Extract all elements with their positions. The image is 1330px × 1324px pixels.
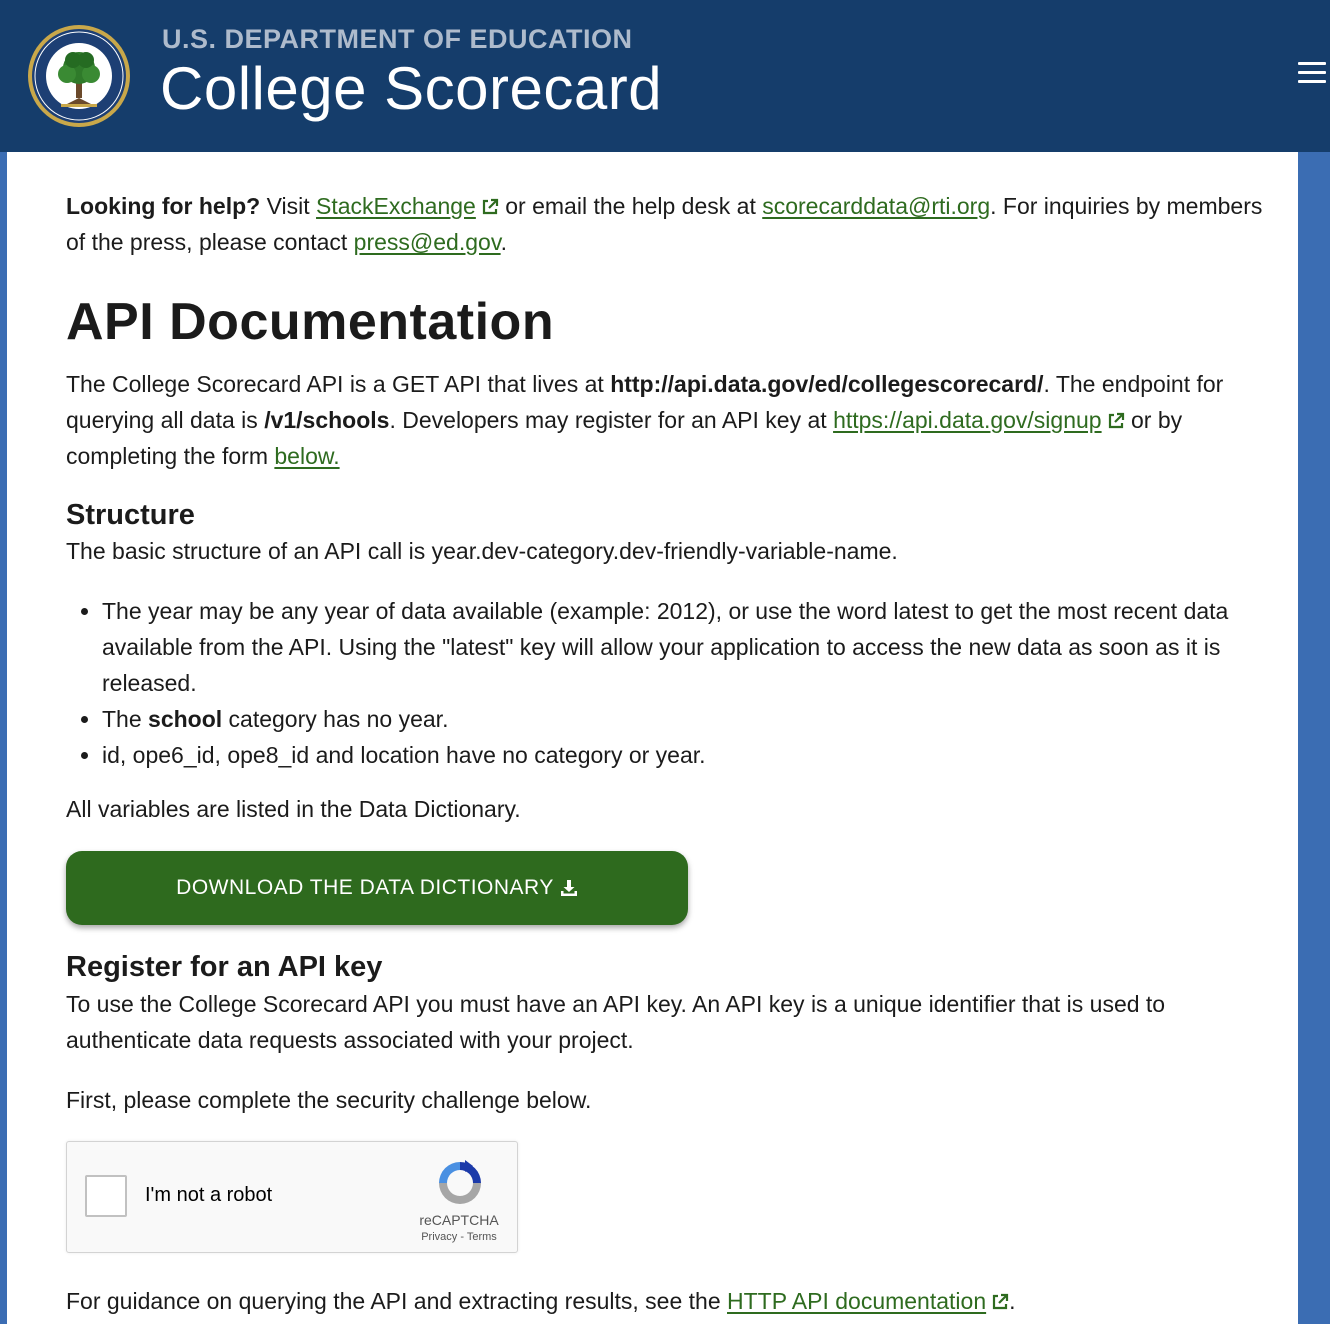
register-heading: Register for an API key (66, 951, 383, 983)
recaptcha-logo-icon (439, 1160, 481, 1204)
api-endpoint: /v1/schools (264, 407, 390, 433)
external-link-icon (1108, 412, 1124, 429)
api-signup-link[interactable]: https://api.data.gov/signup (833, 407, 1102, 433)
list-item: The school category has no year. (102, 701, 1266, 737)
recaptcha-terms-link[interactable]: Terms (467, 1231, 497, 1243)
structure-text: The basic structure of an API call is ye… (66, 538, 898, 564)
recaptcha-privacy-link[interactable]: Privacy (421, 1231, 457, 1243)
department-of-education-seal-icon[interactable] (27, 24, 131, 128)
api-base-url: http://api.data.gov/ed/collegescorecard/ (610, 371, 1044, 397)
external-link-icon (993, 1293, 1009, 1310)
main-content: Looking for help? Visit StackExchange or… (7, 152, 1298, 1324)
site-header: U.S. DEPARTMENT OF EDUCATION College Sco… (0, 0, 1330, 152)
download-data-dictionary-button[interactable]: DOWNLOAD THE DATA DICTIONARY (66, 851, 688, 925)
register-text: To use the College Scorecard API you mus… (66, 991, 1166, 1053)
download-button-label: DOWNLOAD THE DATA DICTIONARY (176, 876, 554, 899)
download-icon (560, 880, 577, 896)
recaptcha-links: Privacy - Terms (421, 1231, 497, 1243)
guidance-paragraph: For guidance on querying the API and ext… (66, 1288, 1016, 1314)
external-link-icon (482, 198, 498, 215)
security-challenge-note: First, please complete the security chal… (66, 1087, 592, 1113)
press-email-link[interactable]: press@ed.gov (354, 229, 501, 255)
recaptcha-checkbox[interactable] (85, 1175, 127, 1217)
recaptcha-widget: I'm not a robot reCAPTCHA Privacy - Term… (66, 1141, 518, 1253)
intro-paragraph: The College Scorecard API is a GET API t… (66, 371, 1224, 469)
help-lead: Looking for help? (66, 193, 261, 219)
list-item: The year may be any year of data availab… (102, 593, 1266, 701)
structure-list: The year may be any year of data availab… (66, 593, 1266, 773)
recaptcha-label: I'm not a robot (145, 1184, 273, 1206)
structure-heading: Structure (66, 499, 195, 531)
list-item: id, ope6_id, ope8_id and location have n… (102, 737, 1266, 773)
form-below-link[interactable]: below. (274, 443, 339, 469)
page-title: API Documentation (66, 293, 555, 351)
agency-name: U.S. DEPARTMENT OF EDUCATION (162, 24, 633, 54)
site-title[interactable]: College Scorecard (160, 54, 662, 123)
http-api-documentation-link[interactable]: HTTP API documentation (727, 1288, 986, 1314)
helpdesk-email-link[interactable]: scorecarddata@rti.org (762, 193, 990, 219)
hamburger-menu-icon[interactable] (1298, 62, 1328, 84)
stackexchange-link[interactable]: StackExchange (316, 193, 476, 219)
recaptcha-brand: reCAPTCHA (419, 1212, 499, 1228)
data-dictionary-note: All variables are listed in the Data Dic… (66, 796, 521, 822)
help-notice: Looking for help? Visit StackExchange or… (66, 193, 1263, 255)
